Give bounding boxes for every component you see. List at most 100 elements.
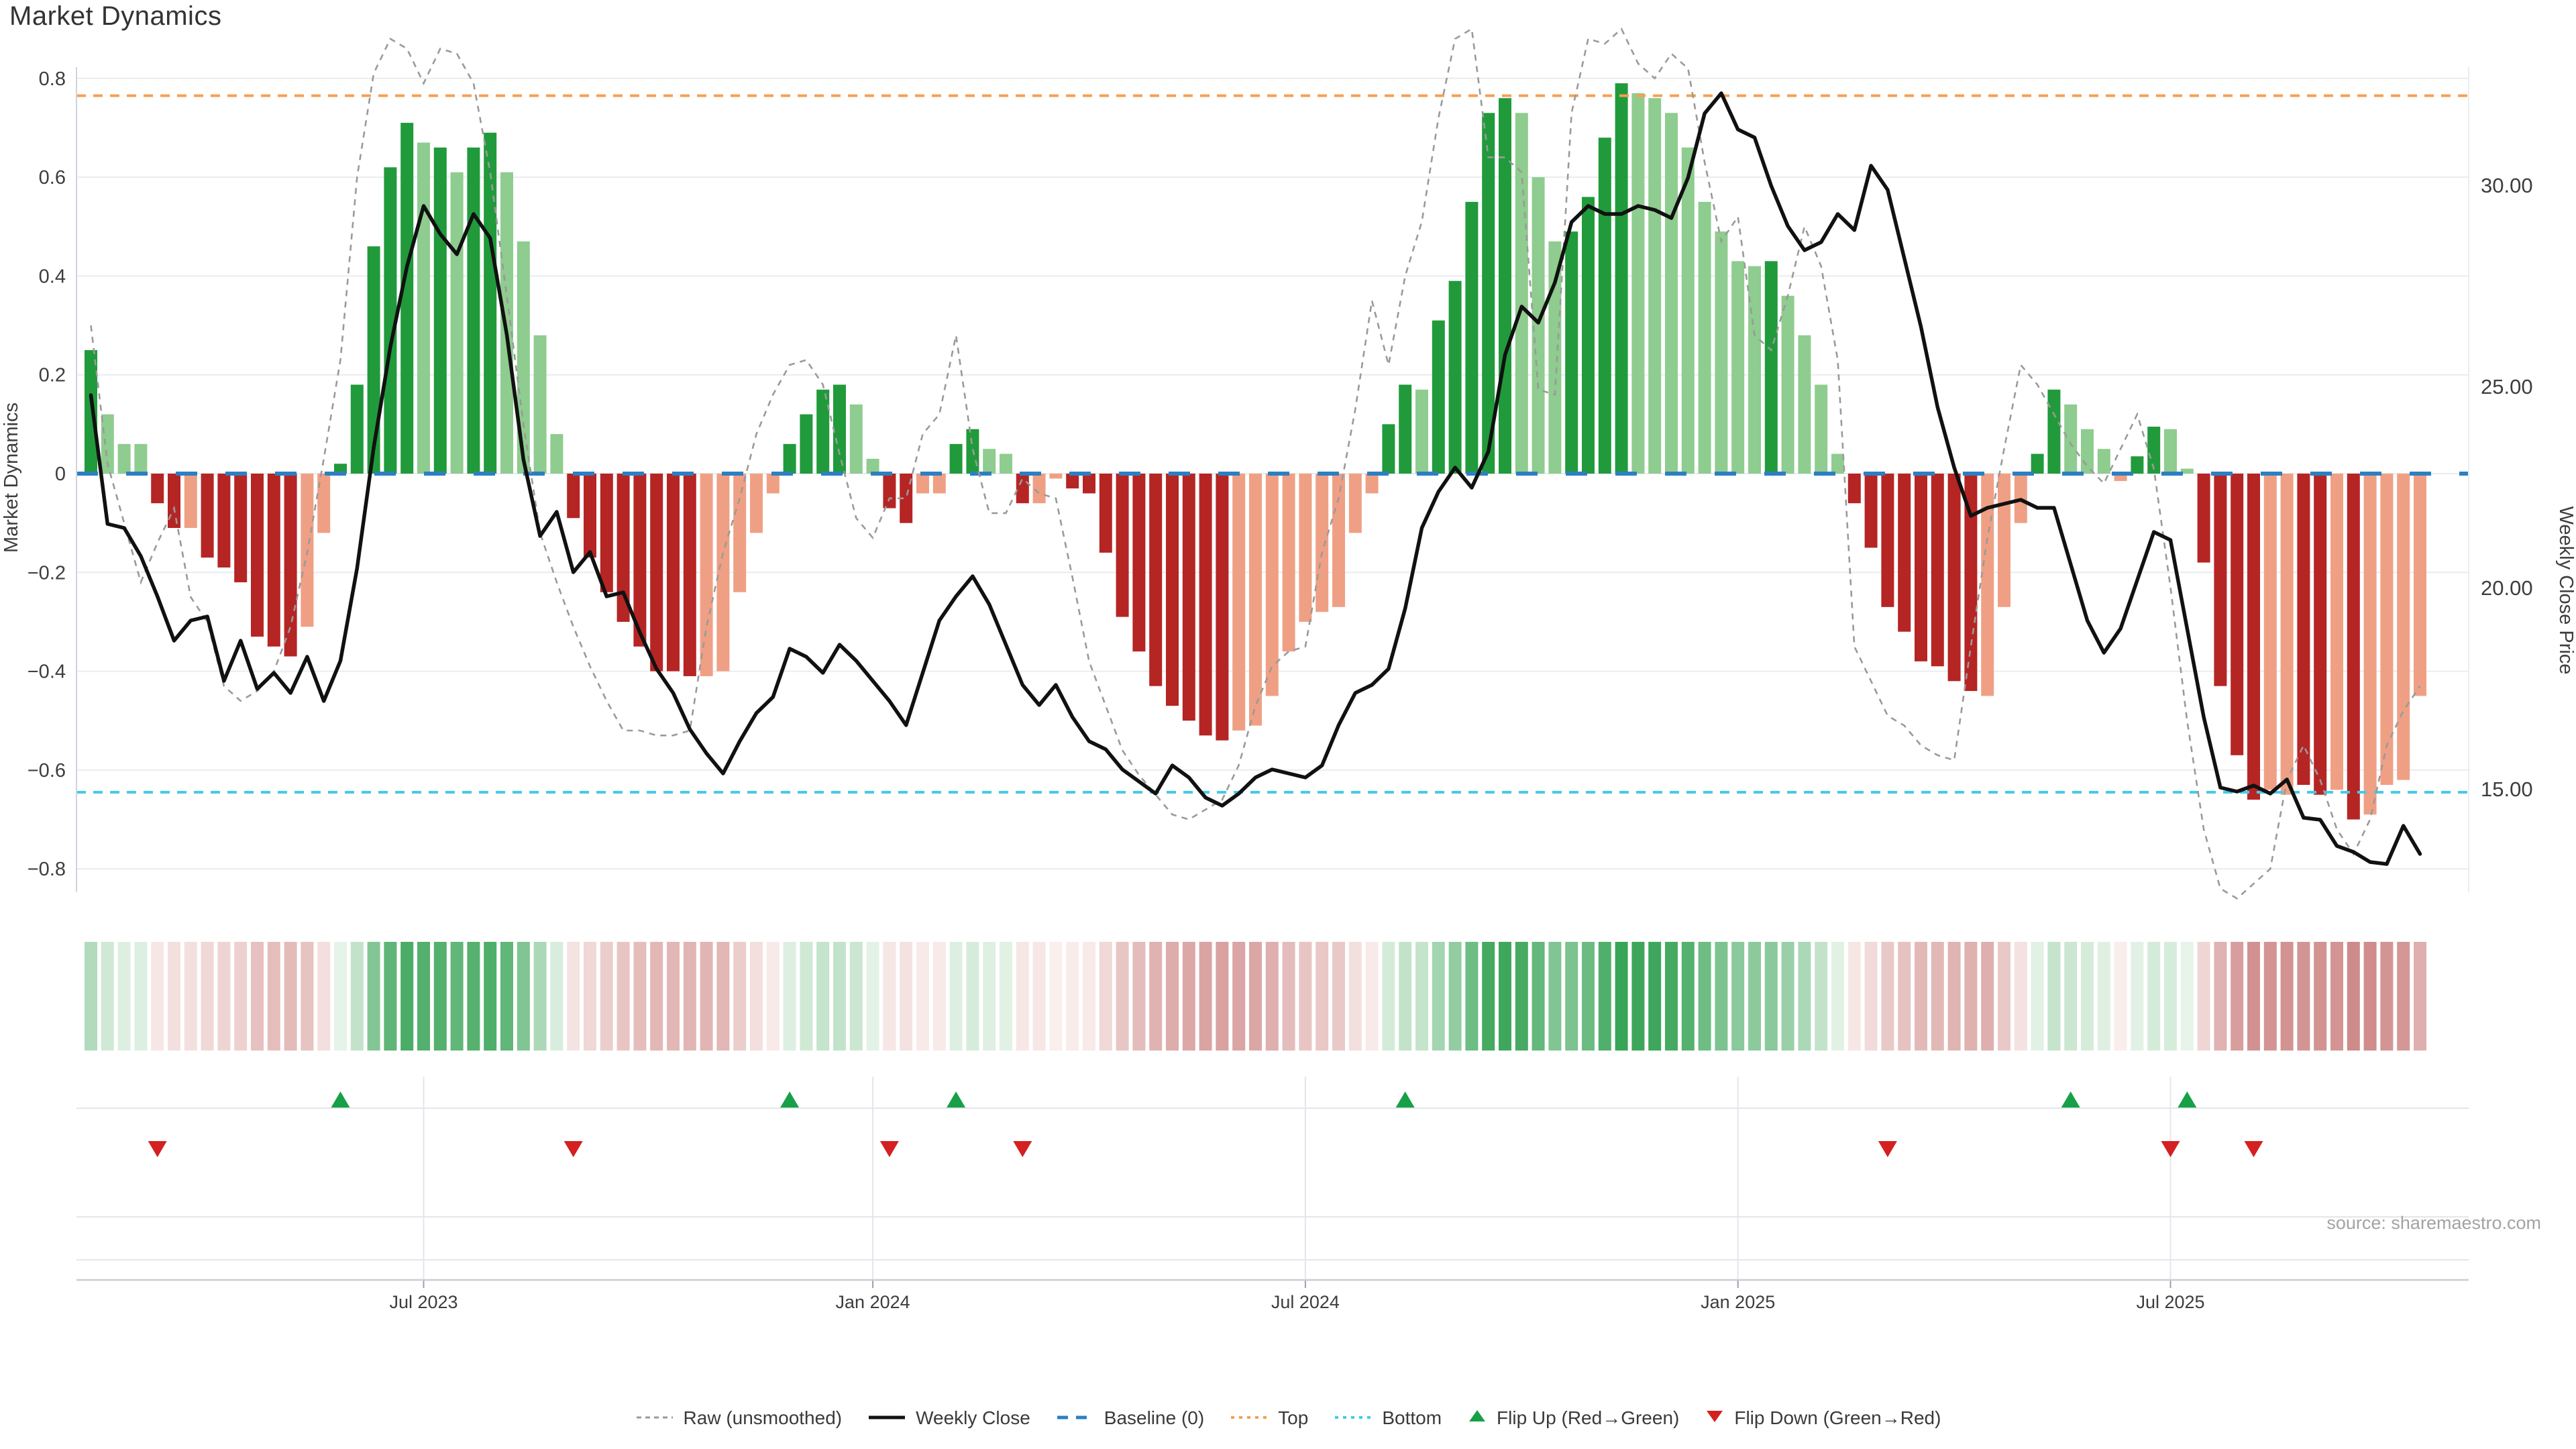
x-axis-tick-label: Jan 2024 — [836, 1292, 910, 1312]
heatmap-cell — [118, 942, 131, 1051]
legend-item-label: Weekly Close — [916, 1407, 1030, 1429]
heatmap-cell — [667, 942, 680, 1051]
dynamics-bar — [1332, 474, 1345, 607]
dynamics-bar — [2047, 390, 2060, 474]
dynamics-bar — [1648, 98, 1661, 474]
heatmap-cell — [1183, 942, 1195, 1051]
right-axis-tick-label: 30.00 — [2481, 174, 2533, 197]
dynamics-bar — [1782, 296, 1794, 474]
flip-up-marker — [331, 1091, 350, 1108]
dynamics-bar — [867, 459, 879, 474]
dynamics-bar — [1865, 474, 1878, 547]
dynamics-bar — [184, 474, 197, 528]
dynamics-bar — [733, 474, 746, 592]
heatmap-cell — [2164, 942, 2177, 1051]
dynamics-bar — [85, 350, 97, 474]
heatmap-cell — [1915, 942, 1927, 1051]
heatmap-cell — [1831, 942, 1844, 1051]
heatmap-cell — [368, 942, 380, 1051]
flip-down-marker — [564, 1141, 583, 1157]
dynamics-bar — [1615, 83, 1628, 474]
heatmap-cell — [1299, 942, 1311, 1051]
dynamics-bar — [2247, 474, 2260, 800]
heatmap-cell — [168, 942, 180, 1051]
dynamics-bars — [85, 83, 2426, 819]
heatmap-cell — [2098, 942, 2110, 1051]
dynamics-bar — [1216, 474, 1228, 741]
heatmap-cell — [966, 942, 979, 1051]
dynamics-bar — [1815, 384, 1827, 474]
heatmap-cell — [2198, 942, 2210, 1051]
heatmap-cell — [1998, 942, 2010, 1051]
heatmap-cell — [334, 942, 347, 1051]
dynamics-bar — [234, 474, 247, 582]
right-axis-tick-label: 20.00 — [2481, 576, 2533, 600]
heatmap-cell — [1016, 942, 1029, 1051]
legend-item-close: Weekly Close — [867, 1407, 1030, 1429]
heatmap-cell — [1249, 942, 1262, 1051]
heatmap-cell — [1099, 942, 1112, 1051]
heatmap-cell — [2297, 942, 2310, 1051]
heatmap-cell — [700, 942, 713, 1051]
left-axis-tick-label: 0.6 — [39, 167, 66, 189]
heatmap-cell — [867, 942, 879, 1051]
heatmap-cell — [517, 942, 530, 1051]
right-axis-title: Weekly Close Price — [2555, 506, 2576, 675]
source-credit: source: sharemaestro.com — [2326, 1213, 2541, 1233]
heatmap-cell — [1049, 942, 1062, 1051]
dynamics-bar — [567, 474, 580, 518]
heatmap-cell — [1000, 942, 1012, 1051]
dynamics-bar — [2330, 474, 2343, 790]
heatmap-cell — [434, 942, 447, 1051]
right-axis-tick-label: 25.00 — [2481, 375, 2533, 398]
heatmap-cell — [400, 942, 413, 1051]
legend-item-label: Bottom — [1382, 1407, 1442, 1429]
heatmap-cell — [617, 942, 630, 1051]
heatmap-cell — [1283, 942, 1295, 1051]
dynamics-bar — [251, 474, 264, 637]
legend-item-label: Top — [1278, 1407, 1308, 1429]
dynamics-bar — [1099, 474, 1112, 553]
heatmap-cell — [2031, 942, 2044, 1051]
dynamics-bar — [1998, 474, 2010, 607]
legend-item-label: Baseline (0) — [1104, 1407, 1204, 1429]
heatmap-cell — [2247, 942, 2260, 1051]
dynamics-bar — [1000, 454, 1012, 474]
heatmap-cell — [600, 942, 613, 1051]
heatmap-cell — [384, 942, 396, 1051]
heatmap-cell — [234, 942, 247, 1051]
dynamics-bar — [1083, 474, 1095, 493]
heatmap-cell — [1565, 942, 1578, 1051]
dynamics-bar — [1199, 474, 1212, 735]
heatmap-cell — [351, 942, 364, 1051]
left-axis-tick-label: −0.8 — [28, 859, 66, 880]
left-axis-tick-label: −0.6 — [28, 760, 66, 782]
heatmap-cell — [950, 942, 963, 1051]
dynamics-bar — [1049, 474, 1062, 478]
dynamics-bar — [2297, 474, 2310, 785]
chart-legend: Raw (unsmoothed)Weekly CloseBaseline (0)… — [0, 1407, 2576, 1429]
dynamics-bar — [584, 474, 596, 557]
dynamics-bar — [168, 474, 180, 528]
dynamics-bar — [1465, 202, 1478, 474]
flip_up-legend-icon — [1467, 1407, 1487, 1429]
dynamics-bar — [1316, 474, 1328, 612]
x-axis-tick-label: Jul 2025 — [2136, 1292, 2204, 1312]
x-axis-tick-label: Jan 2025 — [1701, 1292, 1775, 1312]
left-axis-tick-label: −0.4 — [28, 661, 66, 683]
heatmap-cell — [850, 942, 863, 1051]
x-axis-tick-label: Jul 2024 — [1271, 1292, 1340, 1312]
flip-down-marker — [1013, 1141, 1032, 1157]
dynamics-bar — [1948, 474, 1961, 681]
dynamics-bar — [1881, 474, 1894, 607]
dynamics-bar — [550, 434, 563, 474]
heatmap-cell — [301, 942, 313, 1051]
heatmap-cell — [1399, 942, 1411, 1051]
dynamics-bar — [983, 449, 996, 474]
dynamics-bar — [217, 474, 230, 568]
heatmap-cell — [500, 942, 513, 1051]
dynamics-bar — [534, 335, 547, 474]
heatmap-cell — [1648, 942, 1661, 1051]
dynamics-bar — [2064, 405, 2077, 474]
heatmap-cell — [2114, 942, 2127, 1051]
